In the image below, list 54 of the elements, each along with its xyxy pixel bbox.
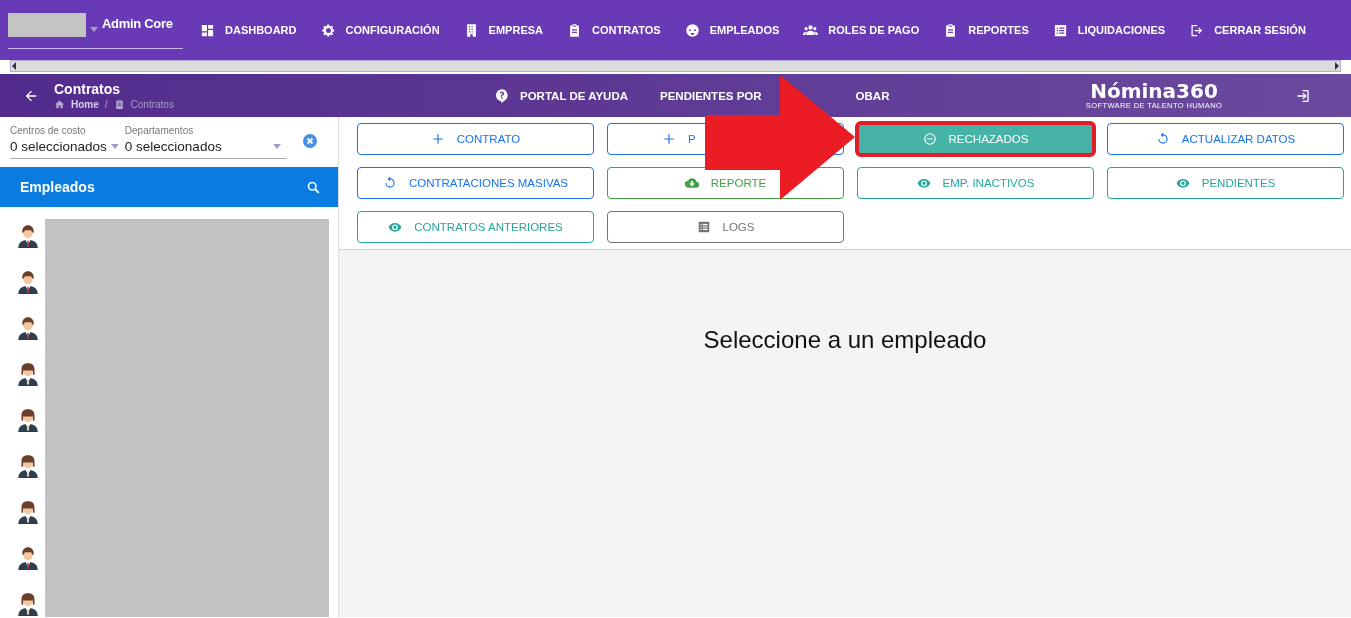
eye-icon [388, 220, 403, 234]
logout-icon[interactable] [1294, 87, 1310, 104]
search-icon[interactable] [306, 179, 321, 195]
caret-icon [110, 144, 119, 149]
nav-menu-item[interactable]: REPORTES [943, 22, 1029, 38]
nav-menu-item[interactable]: CONFIGURACIÓN [320, 22, 440, 38]
breadcrumb-link[interactable]: Contratos [130, 99, 174, 110]
nav-menu-item[interactable]: EMPRESA [463, 22, 543, 38]
action-button[interactable]: CONTRATO [357, 123, 594, 155]
logout-icon [1189, 22, 1205, 38]
scroll-left-icon[interactable] [12, 62, 16, 70]
refresh-icon [1155, 132, 1170, 146]
logo-text: Nómina360 [1089, 81, 1219, 101]
nav-menu-item[interactable]: LIQUIDACIONES [1052, 22, 1166, 38]
breadcrumb-separator: / [104, 99, 108, 110]
nav-menu-item[interactable]: DASHBOARD [200, 22, 297, 38]
dashboard-icon [200, 22, 215, 38]
breadcrumb-link[interactable]: Home [71, 99, 99, 110]
people-icon [803, 22, 819, 38]
eye-icon [916, 176, 931, 190]
cloud-download-icon [684, 176, 699, 190]
nav-menu-item[interactable]: EMPLEADOS [684, 22, 780, 38]
refresh-icon [382, 176, 397, 190]
scroll-right-icon[interactable] [1335, 62, 1339, 70]
action-button[interactable]: LOGS [607, 211, 844, 243]
help-icon [494, 87, 510, 104]
home-icon [54, 99, 65, 110]
user-selector[interactable]: Admin Core [102, 16, 173, 31]
header-link-text[interactable]: OBAR [855, 89, 890, 102]
clipboard-icon [567, 22, 582, 38]
caret-icon [272, 144, 281, 149]
plus-icon [662, 132, 676, 146]
action-button[interactable]: CONTRATACIONES MASIVAS [357, 167, 594, 199]
eye-icon [1175, 176, 1190, 190]
header-link[interactable]: PORTAL DE AYUDA [494, 87, 628, 104]
nav-menu-item[interactable]: ROLES DE PAGO [803, 22, 920, 38]
clear-filters-icon[interactable] [302, 133, 318, 149]
action-button[interactable]: ACTUALIZAR DATOS [1107, 123, 1344, 155]
horizontal-scrollbar[interactable] [10, 60, 1341, 72]
gear-icon [320, 22, 336, 38]
nav-menu-item[interactable]: CONTRATOS [567, 22, 661, 38]
filter-dropdown[interactable]: Departamentos 0 seleccionados [124, 125, 285, 158]
list-icon [696, 220, 711, 234]
filter-dropdown[interactable]: Centros de costo 0 seleccionados [10, 125, 123, 158]
caret-icon[interactable] [90, 27, 98, 32]
employees-title: Empleados [20, 179, 95, 195]
list-icon [1052, 22, 1068, 38]
nav-menu-item[interactable]: CERRAR SESIÓN [1189, 22, 1306, 38]
clipboard-icon [113, 99, 125, 110]
face-icon [684, 22, 700, 38]
empty-state-message: Seleccione a un empleado [703, 326, 987, 355]
page-title: Contratos [54, 81, 122, 97]
plus-icon [430, 132, 445, 146]
header-link[interactable]: PENDIENTES POR [660, 89, 762, 102]
